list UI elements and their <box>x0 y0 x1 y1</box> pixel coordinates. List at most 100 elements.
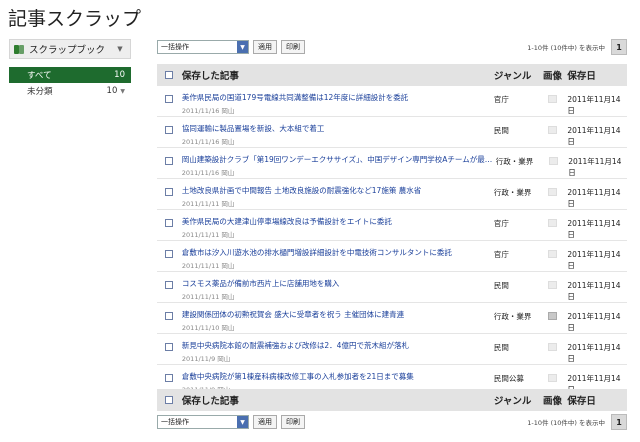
saved-date: 2011年11月14日 <box>567 126 621 146</box>
saved-date: 2011年11月14日 <box>567 281 621 301</box>
apply-button-bottom[interactable]: 適用 <box>253 415 277 429</box>
row-checkbox[interactable] <box>164 343 173 351</box>
sidebar-item-label: 未分類 <box>27 87 53 97</box>
table-row: 土地改良県計画で中間報告 土地改良施設の耐震強化など17施策 農水省 2011/1… <box>157 179 627 210</box>
table-body: 美作県民局の国道179号電線共同溝整備は12年度に詳細設計を委託 2011/11/… <box>157 86 627 396</box>
select-all-checkbox[interactable] <box>164 71 173 79</box>
table-row: 新見中央病院本館の耐震補強および改修は2．4億円で荒木組が落札 2011/11/9… <box>157 334 627 365</box>
page-button-bottom[interactable]: 1 <box>611 414 627 430</box>
bulk-action-select[interactable]: 一括操作 ▼ <box>157 40 249 54</box>
article-meta: 2011/11/11 岡山 <box>181 293 235 301</box>
row-checkbox[interactable] <box>164 95 173 103</box>
sidebar-item-all[interactable]: すべて 10 <box>9 67 131 83</box>
saved-date: 2011年11月14日 <box>567 343 621 363</box>
article-link[interactable]: 新見中央病院本館の耐震補強および改修は2．4億円で荒木組が落札 <box>182 340 494 351</box>
table-row: 協同運輸に製品置場を新設、大本組で着工 2011/11/16 岡山 民間 2011年1… <box>157 117 627 148</box>
article-meta: 2011/11/10 岡山 <box>181 324 235 332</box>
article-link[interactable]: 土地改良県計画で中間報告 土地改良施設の耐震強化など17施策 農水省 <box>182 185 494 196</box>
table-row: 岡山建築設計クラブ「第19回ワンデーエクササイズ」、中国デザイン専門学校Aチーム… <box>157 148 627 179</box>
table-row: 倉敷市は汐入川遊水池の排水樋門増設詳細設計を中電技術コンサルタントに委託 2011… <box>157 241 627 272</box>
article-meta: 2011/11/16 岡山 <box>181 169 235 177</box>
saved-date: 2011年11月14日 <box>567 250 621 270</box>
bulk-action-value: 一括操作 <box>161 418 189 426</box>
header-genre: ジャンル <box>493 71 532 82</box>
table-header: 保存した記事 ジャンル 画像 保存日 <box>157 64 627 86</box>
article-link[interactable]: 倉敷中央病院が第1棟産科病棟改修工事の入札参加者を21日まで募集 <box>182 371 494 382</box>
header-saved: 保存日 <box>567 396 596 407</box>
saved-date: 2011年11月14日 <box>567 95 621 115</box>
image-icon <box>548 343 557 351</box>
print-button[interactable]: 印刷 <box>281 40 305 54</box>
toolbar-bottom: 一括操作 ▼ 適用 印刷 1-10件 (10件中) を表示中 1 <box>157 414 627 430</box>
saved-date: 2011年11月14日 <box>567 188 621 208</box>
result-range: 1-10件 (10件中) を表示中 <box>527 44 605 52</box>
image-icon <box>548 126 557 134</box>
row-checkbox[interactable] <box>164 281 173 289</box>
row-checkbox[interactable] <box>164 374 173 382</box>
bulk-action-select-bottom[interactable]: 一括操作 ▼ <box>157 415 249 429</box>
article-genre: 官庁 <box>493 95 509 104</box>
sidebar-item-count: 10 <box>114 70 125 80</box>
sidebar-item-uncategorized[interactable]: 未分類 10 ▼ <box>9 83 131 99</box>
row-checkbox[interactable] <box>164 188 173 196</box>
book-icon <box>14 44 25 54</box>
saved-date: 2011年11月14日 <box>567 219 621 239</box>
header-title: 保存した記事 <box>181 396 239 407</box>
toolbar-top: 一括操作 ▼ 適用 印刷 1-10件 (10件中) を表示中 1 <box>157 39 627 55</box>
saved-date: 2011年11月14日 <box>568 157 622 177</box>
article-genre: 民間 <box>493 281 509 290</box>
chevron-down-icon[interactable]: ▼ <box>237 41 248 53</box>
article-genre: 行政・業界 <box>495 157 534 166</box>
image-icon[interactable] <box>548 312 557 320</box>
article-genre: 官庁 <box>493 250 509 259</box>
article-link[interactable]: 建設関係団体の初勲祝賀会 盛大に受章者を祝う 主催団体に建青連 <box>182 309 494 320</box>
table-row: 美作県民局の大建津山停車場線改良は予備設計をエイトに委託 2011/11/11 岡… <box>157 210 627 241</box>
article-link[interactable]: 協同運輸に製品置場を新設、大本組で着工 <box>182 123 494 134</box>
print-button-bottom[interactable]: 印刷 <box>281 415 305 429</box>
article-meta: 2011/11/11 岡山 <box>181 231 235 239</box>
image-icon <box>549 157 559 165</box>
article-genre: 行政・業界 <box>493 188 532 197</box>
sidebar-item-count: 10 <box>106 86 118 96</box>
header-saved: 保存日 <box>567 71 596 82</box>
image-icon <box>548 188 557 196</box>
table-row: 美作県民局の国道179号電線共同溝整備は12年度に詳細設計を委託 2011/11/… <box>157 86 627 117</box>
table-row: コスモス薬品が備前市西片上に店舗用地を購入 2011/11/11 岡山 民間 2011… <box>157 272 627 303</box>
article-meta: 2011/11/11 岡山 <box>181 200 235 208</box>
image-icon <box>548 250 557 258</box>
table-footer-header: 保存した記事 ジャンル 画像 保存日 <box>157 389 627 411</box>
article-link[interactable]: コスモス薬品が備前市西片上に店舗用地を購入 <box>182 278 494 289</box>
sidebar-item-count-wrap: 10 ▼ <box>107 86 125 96</box>
article-genre: 民間公募 <box>493 374 524 383</box>
article-link[interactable]: 美作県民局の大建津山停車場線改良は予備設計をエイトに委託 <box>182 216 494 227</box>
chevron-down-icon[interactable]: ▼ <box>120 88 125 95</box>
chevron-down-icon[interactable]: ▼ <box>237 416 248 428</box>
header-genre: ジャンル <box>493 396 532 407</box>
article-genre: 官庁 <box>493 219 509 228</box>
article-meta: 2011/11/11 岡山 <box>181 262 235 270</box>
image-icon <box>548 374 557 382</box>
row-checkbox[interactable] <box>164 219 173 227</box>
saved-date: 2011年11月14日 <box>567 312 621 332</box>
article-link[interactable]: 美作県民局の国道179号電線共同溝整備は12年度に詳細設計を委託 <box>182 92 494 103</box>
result-range-bottom: 1-10件 (10件中) を表示中 <box>527 419 605 427</box>
article-meta: 2011/11/16 岡山 <box>181 138 235 146</box>
row-checkbox[interactable] <box>164 250 173 258</box>
apply-button[interactable]: 適用 <box>253 40 277 54</box>
bulk-action-value: 一括操作 <box>161 43 189 51</box>
page-button[interactable]: 1 <box>611 39 627 55</box>
header-image: 画像 <box>542 396 562 407</box>
row-checkbox[interactable] <box>164 312 173 320</box>
article-link[interactable]: 岡山建築設計クラブ「第19回ワンデーエクササイズ」、中国デザイン専門学校Aチーム… <box>182 154 496 165</box>
table-row: 建設関係団体の初勲祝賀会 盛大に受章者を祝う 主催団体に建青連 2011/11/1… <box>157 303 627 334</box>
select-all-checkbox-bottom[interactable] <box>164 396 173 404</box>
article-genre: 民間 <box>493 343 509 352</box>
row-checkbox[interactable] <box>164 157 173 165</box>
row-checkbox[interactable] <box>164 126 173 134</box>
scrapbook-header[interactable]: スクラップブック ▼ <box>9 39 131 59</box>
article-genre: 行政・業界 <box>493 312 532 321</box>
article-genre: 民間 <box>493 126 509 135</box>
article-link[interactable]: 倉敷市は汐入川遊水池の排水樋門増設詳細設計を中電技術コンサルタントに委託 <box>182 247 494 258</box>
header-image: 画像 <box>542 71 562 82</box>
chevron-down-icon[interactable]: ▼ <box>114 43 126 55</box>
